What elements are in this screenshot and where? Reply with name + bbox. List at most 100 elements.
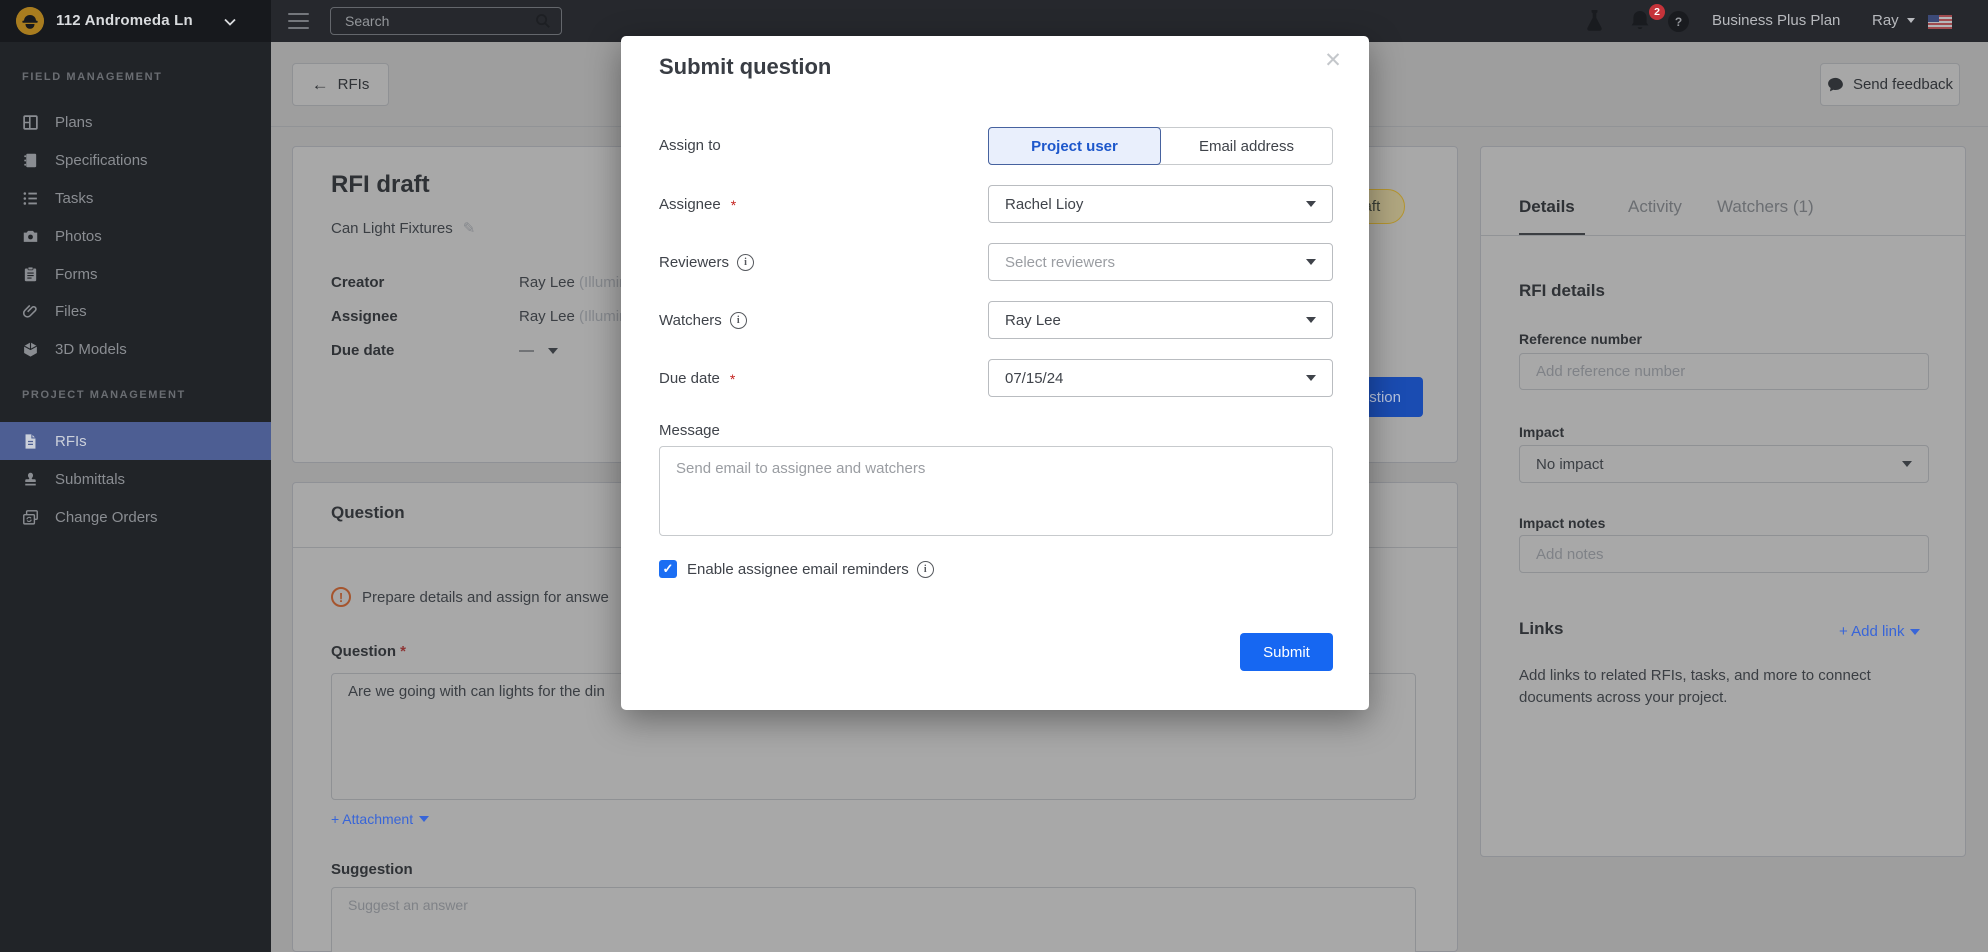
question-card-heading: Question	[331, 503, 405, 523]
warning-icon: !	[331, 587, 351, 607]
watchers-value: Ray Lee	[1005, 312, 1061, 329]
add-link-button[interactable]: + Add link	[1839, 623, 1920, 640]
rfi-details-heading: RFI details	[1519, 281, 1605, 301]
submit-question-modal: Submit question ✕ Assign to Project user…	[621, 36, 1369, 710]
sidebar-item-label: Forms	[55, 266, 98, 283]
labs-flask-icon[interactable]	[1586, 9, 1603, 33]
assignee-reminders-checkbox[interactable]: ✓	[659, 560, 677, 578]
sidebar-item-change-orders[interactable]: Change Orders	[0, 498, 271, 536]
global-search	[330, 7, 562, 35]
caret-down-icon	[419, 816, 429, 822]
impact-label: Impact	[1519, 424, 1564, 440]
sidebar-item-label: Change Orders	[55, 509, 158, 526]
chevron-down-icon	[224, 16, 236, 28]
feedback-button-label: Send feedback	[1853, 76, 1953, 93]
divider	[1481, 235, 1965, 236]
caret-down-icon	[1306, 375, 1316, 381]
sidebar-item-label: RFIs	[55, 433, 87, 450]
due-date-value[interactable]: —	[519, 342, 558, 359]
close-icon[interactable]: ✕	[1321, 48, 1345, 72]
sidebar-item-submittals[interactable]: Submittals	[0, 460, 271, 498]
assignee-select[interactable]: Rachel Lioy	[988, 185, 1333, 223]
suggestion-textarea[interactable]	[332, 888, 1415, 952]
edit-pencil-icon[interactable]: ✎	[463, 219, 476, 237]
user-name: Ray	[1872, 12, 1899, 29]
sidebar-item-plans[interactable]: Plans	[0, 103, 271, 141]
sidebar-nav: FIELD MANAGEMENT Plans Specifications Ta…	[0, 42, 271, 952]
tab-watchers[interactable]: Watchers (1)	[1717, 197, 1814, 217]
info-icon[interactable]: i	[730, 312, 747, 329]
add-attachment-link[interactable]: + Attachment	[331, 811, 429, 827]
stamp-icon	[22, 471, 39, 488]
watchers-label: Watchers i	[659, 312, 747, 329]
tab-activity[interactable]: Activity	[1628, 197, 1682, 217]
rfi-subtitle-row: Can Light Fixtures ✎	[331, 219, 475, 237]
meta-label: Assignee	[331, 308, 398, 325]
sidebar-item-rfis[interactable]: RFIs	[0, 422, 271, 460]
reminders-label: Enable assignee email reminders	[687, 561, 909, 578]
cube-icon	[22, 341, 39, 358]
search-icon[interactable]	[535, 13, 551, 29]
suggestion-field	[331, 887, 1416, 952]
impact-notes-label: Impact notes	[1519, 515, 1605, 531]
toggle-project-user[interactable]: Project user	[988, 127, 1161, 165]
files-paperclip-icon	[22, 303, 39, 320]
suggestion-label: Suggestion	[331, 861, 413, 878]
rfi-document-icon	[22, 433, 39, 450]
speech-bubble-icon	[1827, 77, 1844, 93]
sidebar-item-photos[interactable]: Photos	[0, 217, 271, 255]
search-input[interactable]	[345, 13, 535, 29]
language-flag-icon[interactable]	[1928, 15, 1952, 29]
submit-button[interactable]: Submit	[1240, 633, 1333, 671]
reviewers-placeholder: Select reviewers	[1005, 254, 1115, 271]
sidebar-item-forms[interactable]: Forms	[0, 255, 271, 293]
sidebar-item-label: Photos	[55, 228, 102, 245]
help-icon[interactable]: ?	[1668, 11, 1689, 32]
reviewers-select[interactable]: Select reviewers	[988, 243, 1333, 281]
user-menu[interactable]: Ray	[1872, 12, 1915, 29]
reminders-label-row: Enable assignee email reminders i	[687, 561, 934, 578]
caret-down-icon	[1306, 259, 1316, 265]
send-feedback-button[interactable]: Send feedback	[1820, 63, 1960, 106]
reference-number-label: Reference number	[1519, 331, 1642, 347]
reference-number-input[interactable]	[1520, 354, 1928, 389]
due-date-select[interactable]: 07/15/24	[988, 359, 1333, 397]
sidebar-item-label: Files	[55, 303, 87, 320]
info-icon[interactable]: i	[737, 254, 754, 271]
hardhat-worker-icon	[16, 7, 44, 35]
sidebar-item-tasks[interactable]: Tasks	[0, 179, 271, 217]
watchers-select[interactable]: Ray Lee	[988, 301, 1333, 339]
impact-notes-input[interactable]	[1520, 536, 1928, 572]
impact-select[interactable]: No impact	[1519, 445, 1929, 483]
sidebar-item-3d-models[interactable]: 3D Models	[0, 330, 271, 368]
meta-label: Creator	[331, 274, 384, 291]
forms-icon	[22, 266, 39, 283]
toggle-email-address[interactable]: Email address	[1161, 128, 1332, 164]
menu-toggle-button[interactable]	[288, 13, 309, 29]
message-label: Message	[659, 422, 720, 439]
page-title: RFI draft	[331, 171, 430, 199]
plans-icon	[22, 114, 39, 131]
sidebar-item-label: Submittals	[55, 471, 125, 488]
due-date-label: Due date*	[659, 370, 735, 387]
tasks-icon	[22, 190, 39, 207]
info-icon[interactable]: i	[917, 561, 934, 578]
sidebar-item-files[interactable]: Files	[0, 292, 271, 330]
sidebar-item-specifications[interactable]: Specifications	[0, 141, 271, 179]
notifications-bell-icon[interactable]	[1629, 9, 1651, 33]
tab-details[interactable]: Details	[1519, 197, 1575, 217]
back-arrow-icon: ←	[312, 75, 329, 95]
due-date-value: 07/15/24	[1005, 370, 1063, 387]
message-textarea[interactable]	[660, 447, 1332, 535]
meta-value: Ray Lee (Illumin	[519, 274, 627, 291]
plan-label: Business Plus Plan	[1712, 12, 1840, 29]
assign-to-toggle: Project user Email address	[988, 127, 1333, 165]
required-asterisk: *	[731, 197, 736, 213]
modal-title: Submit question	[659, 54, 831, 80]
assignee-value: Rachel Lioy	[1005, 196, 1083, 213]
caret-down-icon	[1306, 201, 1316, 207]
project-name: 112 Andromeda Ln	[56, 12, 193, 29]
warning-text: Prepare details and assign for answe	[362, 589, 609, 606]
back-to-rfis-button[interactable]: ← RFIs	[292, 63, 389, 106]
project-switcher[interactable]: 112 Andromeda Ln	[0, 0, 271, 42]
